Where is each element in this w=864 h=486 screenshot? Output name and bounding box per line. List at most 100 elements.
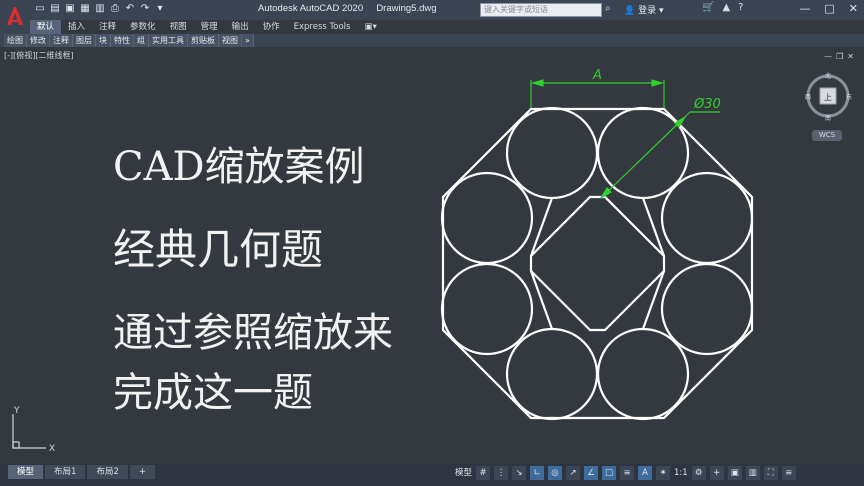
- circle-top-right: [596, 106, 690, 200]
- grid-icon[interactable]: #: [476, 466, 491, 480]
- ucs-x-label: X: [49, 444, 55, 454]
- maximize-icon[interactable]: □: [824, 2, 834, 15]
- tab-output[interactable]: 输出: [225, 20, 256, 34]
- compass-east[interactable]: 东: [846, 93, 852, 101]
- circle-top-left: [505, 106, 599, 200]
- tab-insert[interactable]: 插入: [61, 20, 92, 34]
- lineweight-icon[interactable]: ≡: [620, 466, 635, 480]
- titlebar-tools: 🛒 ▲ ?: [702, 2, 743, 13]
- application-menu-button[interactable]: [0, 0, 30, 34]
- quick-access-toolbar: ▭ ▤ ▣ ▦ ▥ ⎙ ↶ ↷ ▾: [34, 2, 166, 15]
- ucs-y-label: Y: [13, 406, 20, 416]
- circle-right-top: [660, 171, 754, 265]
- tab-annotate[interactable]: 注释: [92, 20, 123, 34]
- tab-default[interactable]: 默认: [30, 20, 62, 34]
- search-icon[interactable]: ⌕: [605, 3, 611, 14]
- viewport-controls-label[interactable]: [-][俯视][二维线框]: [4, 50, 74, 61]
- panel-clipboard[interactable]: 剪贴板: [188, 34, 219, 47]
- autocad-logo-icon: [3, 4, 27, 30]
- snap-icon[interactable]: ⋮: [494, 466, 509, 480]
- annotation-visibility-icon[interactable]: A: [638, 466, 653, 480]
- octagon-circles-drawing[interactable]: A Ø30: [420, 60, 780, 430]
- panel-modify[interactable]: 修改: [27, 34, 50, 47]
- osnap-icon[interactable]: □: [602, 466, 617, 480]
- close-icon[interactable]: ✕: [849, 2, 858, 15]
- panel-layers[interactable]: 图层: [73, 34, 96, 47]
- circle-bottom-left: [505, 327, 599, 421]
- annotation-scale[interactable]: 1:1: [674, 466, 688, 480]
- circle-right-bottom: [660, 262, 754, 356]
- dim-a-label: A: [592, 68, 602, 83]
- hardware-accel-icon[interactable]: ▣: [727, 466, 742, 480]
- dimension-a: [530, 79, 665, 108]
- vp-close-icon[interactable]: ✕: [847, 52, 854, 61]
- add-layout-button[interactable]: +: [129, 465, 155, 479]
- ribbon-options-icon[interactable]: ▣▾: [357, 20, 383, 34]
- a360-icon[interactable]: ▲: [722, 2, 730, 13]
- panel-block[interactable]: 块: [96, 34, 111, 47]
- viewport-window-controls: — ❐ ✕: [824, 52, 854, 61]
- tab-layout1[interactable]: 布局1: [45, 465, 86, 479]
- tab-layout2[interactable]: 布局2: [87, 465, 128, 479]
- save-icon[interactable]: ▣: [64, 2, 76, 15]
- polar-icon[interactable]: ◎: [548, 466, 563, 480]
- customization-icon[interactable]: ≡: [781, 466, 796, 480]
- compass-north[interactable]: 北: [825, 72, 831, 80]
- add-icon[interactable]: +: [709, 466, 724, 480]
- vp-minimize-icon[interactable]: —: [824, 52, 832, 61]
- workspace-gear-icon[interactable]: ⚙: [691, 466, 706, 480]
- window-title: Autodesk AutoCAD 2020 Drawing5.dwg: [258, 3, 437, 14]
- status-bar: 模型 # ⋮ ↘ ∟ ◎ ↗ ∠ □ ≡ A ✶ 1:1 ⚙ + ▣ ▥ ⛶ ≡: [455, 466, 796, 480]
- isolate-objects-icon[interactable]: ▥: [745, 466, 760, 480]
- tab-collaborate[interactable]: 协作: [256, 20, 287, 34]
- overlay-title-line4: 完成这一题: [113, 370, 313, 416]
- open-file-icon[interactable]: ▤: [49, 2, 61, 15]
- ribbon-panel-bar: 绘图 修改 注释 图层 块 特性 组 实用工具 剪贴板 视图 »: [0, 34, 864, 47]
- compass-west[interactable]: 西: [805, 94, 811, 101]
- dim-diameter-label: Ø30: [693, 97, 721, 112]
- ribbon-expand-icon[interactable]: »: [242, 34, 254, 47]
- ribbon-tabs: 默认 插入 注释 参数化 视图 管理 输出 协作 Express Tools ▣…: [30, 20, 384, 34]
- model-space-button[interactable]: 模型: [455, 466, 472, 480]
- panel-draw[interactable]: 绘图: [4, 34, 27, 47]
- panel-groups[interactable]: 组: [134, 34, 149, 47]
- vp-restore-icon[interactable]: ❐: [836, 52, 843, 61]
- cloud-icon[interactable]: ▥: [94, 2, 106, 15]
- circle-left-top: [440, 171, 534, 265]
- minimize-icon[interactable]: —: [799, 2, 810, 15]
- cart-icon[interactable]: 🛒: [702, 2, 714, 13]
- viewcube-face-label: 上: [824, 93, 832, 102]
- print-icon[interactable]: ⎙: [109, 2, 121, 15]
- dynamic-input-icon[interactable]: ↘: [512, 466, 527, 480]
- window-controls: — □ ✕: [799, 2, 858, 15]
- tab-view[interactable]: 视图: [163, 20, 194, 34]
- compass-south[interactable]: 南: [825, 114, 831, 122]
- auto-scale-icon[interactable]: ✶: [656, 466, 671, 480]
- panel-utilities[interactable]: 实用工具: [149, 34, 188, 47]
- circle-bottom-right: [596, 327, 690, 421]
- help-icon[interactable]: ?: [738, 2, 743, 13]
- overlay-title-line2: 经典几何题: [113, 225, 324, 274]
- login-button[interactable]: 👤 登录 ▾: [624, 3, 663, 16]
- circle-left-bottom: [440, 262, 534, 356]
- wcs-menu[interactable]: WCS: [812, 130, 842, 141]
- tab-manage[interactable]: 管理: [194, 20, 225, 34]
- tab-parametric[interactable]: 参数化: [123, 20, 163, 34]
- tab-model[interactable]: 模型: [8, 465, 44, 479]
- clean-screen-icon[interactable]: ⛶: [763, 466, 778, 480]
- panel-view[interactable]: 视图: [219, 34, 242, 47]
- tab-express-tools[interactable]: Express Tools: [287, 20, 358, 34]
- panel-annotation[interactable]: 注释: [50, 34, 73, 47]
- redo-icon[interactable]: ↷: [139, 2, 151, 15]
- ortho-icon[interactable]: ∟: [530, 466, 545, 480]
- isodraft-icon[interactable]: ↗: [566, 466, 581, 480]
- new-file-icon[interactable]: ▭: [34, 2, 46, 15]
- save-as-icon[interactable]: ▦: [79, 2, 91, 15]
- undo-icon[interactable]: ↶: [124, 2, 136, 15]
- dimension-diameter: [600, 111, 720, 199]
- viewcube-widget[interactable]: 上 北 南 西 东: [803, 72, 853, 122]
- search-input[interactable]: 键入关键字或短语: [480, 3, 602, 17]
- panel-properties[interactable]: 特性: [111, 34, 134, 47]
- customize-qat-icon[interactable]: ▾: [154, 2, 166, 15]
- osnap-tracking-icon[interactable]: ∠: [584, 466, 599, 480]
